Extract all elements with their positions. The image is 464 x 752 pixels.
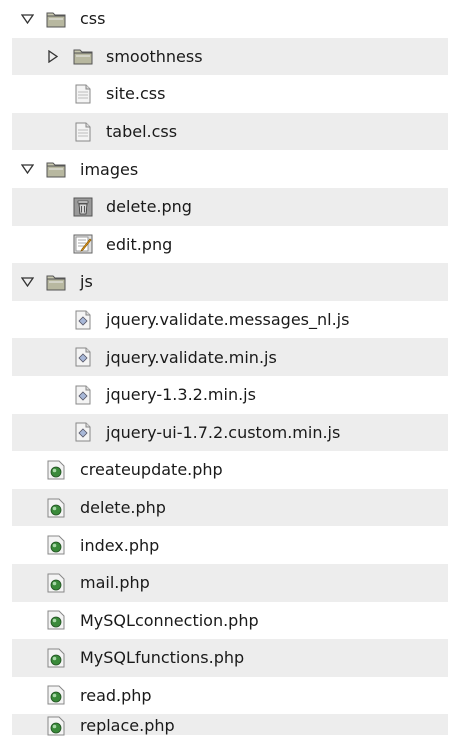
- php-file-icon: [46, 716, 66, 736]
- tree-label: site.css: [106, 84, 166, 104]
- tree-row-mail-php[interactable]: mail.php: [12, 563, 448, 602]
- tree-row-smoothness[interactable]: smoothness: [12, 37, 448, 76]
- php-file-icon: [46, 498, 66, 518]
- tree-label: smoothness: [106, 46, 203, 66]
- expanded-triangle-icon[interactable]: [20, 162, 34, 176]
- tree-label: delete.png: [106, 197, 192, 217]
- php-file-icon: [46, 535, 66, 555]
- tree-label: delete.php: [80, 498, 166, 518]
- tree-label: replace.php: [80, 716, 175, 736]
- tree-row-jquery-min[interactable]: jquery-1.3.2.min.js: [12, 376, 448, 414]
- tree-label: createupdate.php: [80, 460, 223, 480]
- tree-row-index-php[interactable]: index.php: [12, 526, 448, 564]
- php-file-icon: [46, 648, 66, 668]
- text-file-icon: [73, 84, 93, 104]
- tree-row-jquery-validate-min[interactable]: jquery.validate.min.js: [12, 338, 448, 376]
- tree-label: css: [80, 9, 106, 29]
- tree-row-tabel-css[interactable]: tabel.css: [12, 112, 448, 151]
- tree-row-jquery-ui-min[interactable]: jquery-ui-1.7.2.custom.min.js: [12, 413, 448, 452]
- folder-icon: [46, 9, 66, 29]
- tree-row-createupdate-php[interactable]: createupdate.php: [12, 451, 448, 489]
- php-file-icon: [46, 685, 66, 705]
- tree-row-mysqlconnection-php[interactable]: MySQLconnection.php: [12, 602, 448, 640]
- tree-label: read.php: [80, 685, 152, 705]
- tree-row-js[interactable]: js: [12, 263, 448, 301]
- tree-label: jquery-1.3.2.min.js: [106, 385, 256, 405]
- tree-row-delete-php[interactable]: delete.php: [12, 488, 448, 527]
- javascript-file-icon: [73, 347, 93, 367]
- trash-image-icon: [73, 197, 93, 217]
- folder-icon: [46, 272, 66, 292]
- tree-label: js: [80, 272, 93, 292]
- tree-label: jquery.validate.min.js: [106, 347, 277, 367]
- tree-row-css[interactable]: css: [12, 0, 448, 38]
- folder-icon: [73, 46, 93, 66]
- text-file-icon: [73, 122, 93, 142]
- tree-label: tabel.css: [106, 122, 178, 142]
- tree-row-edit-png[interactable]: edit.png: [12, 226, 448, 264]
- javascript-file-icon: [73, 422, 93, 442]
- expanded-triangle-icon[interactable]: [20, 275, 34, 289]
- tree-label: MySQLfunctions.php: [80, 648, 245, 668]
- php-file-icon: [46, 610, 66, 630]
- folder-icon: [46, 159, 66, 179]
- tree-label: images: [80, 159, 139, 179]
- expanded-triangle-icon[interactable]: [20, 12, 34, 26]
- tree-label: MySQLconnection.php: [80, 610, 259, 630]
- tree-label: mail.php: [80, 573, 150, 593]
- tree-row-jquery-validate-messages[interactable]: jquery.validate.messages_nl.js: [12, 301, 448, 339]
- tree-row-images[interactable]: images: [12, 150, 448, 188]
- php-file-icon: [46, 460, 66, 480]
- tree-row-mysqlfunctions-php[interactable]: MySQLfunctions.php: [12, 639, 448, 677]
- tree-row-replace-php[interactable]: replace.php: [12, 714, 448, 736]
- tree-label: edit.png: [106, 234, 173, 254]
- javascript-file-icon: [73, 385, 93, 405]
- php-file-icon: [46, 573, 66, 593]
- javascript-file-icon: [73, 310, 93, 330]
- file-tree: css smoothness site.css tabel.css images: [0, 0, 464, 736]
- tree-row-site-css[interactable]: site.css: [12, 75, 448, 113]
- tree-row-delete-png[interactable]: delete.png: [12, 187, 448, 226]
- tree-label: jquery.validate.messages_nl.js: [106, 310, 350, 330]
- edit-image-icon: [73, 234, 93, 254]
- tree-label: jquery-ui-1.7.2.custom.min.js: [106, 422, 341, 442]
- tree-row-read-php[interactable]: read.php: [12, 677, 448, 715]
- collapsed-triangle-icon[interactable]: [46, 49, 60, 63]
- tree-label: index.php: [80, 535, 160, 555]
